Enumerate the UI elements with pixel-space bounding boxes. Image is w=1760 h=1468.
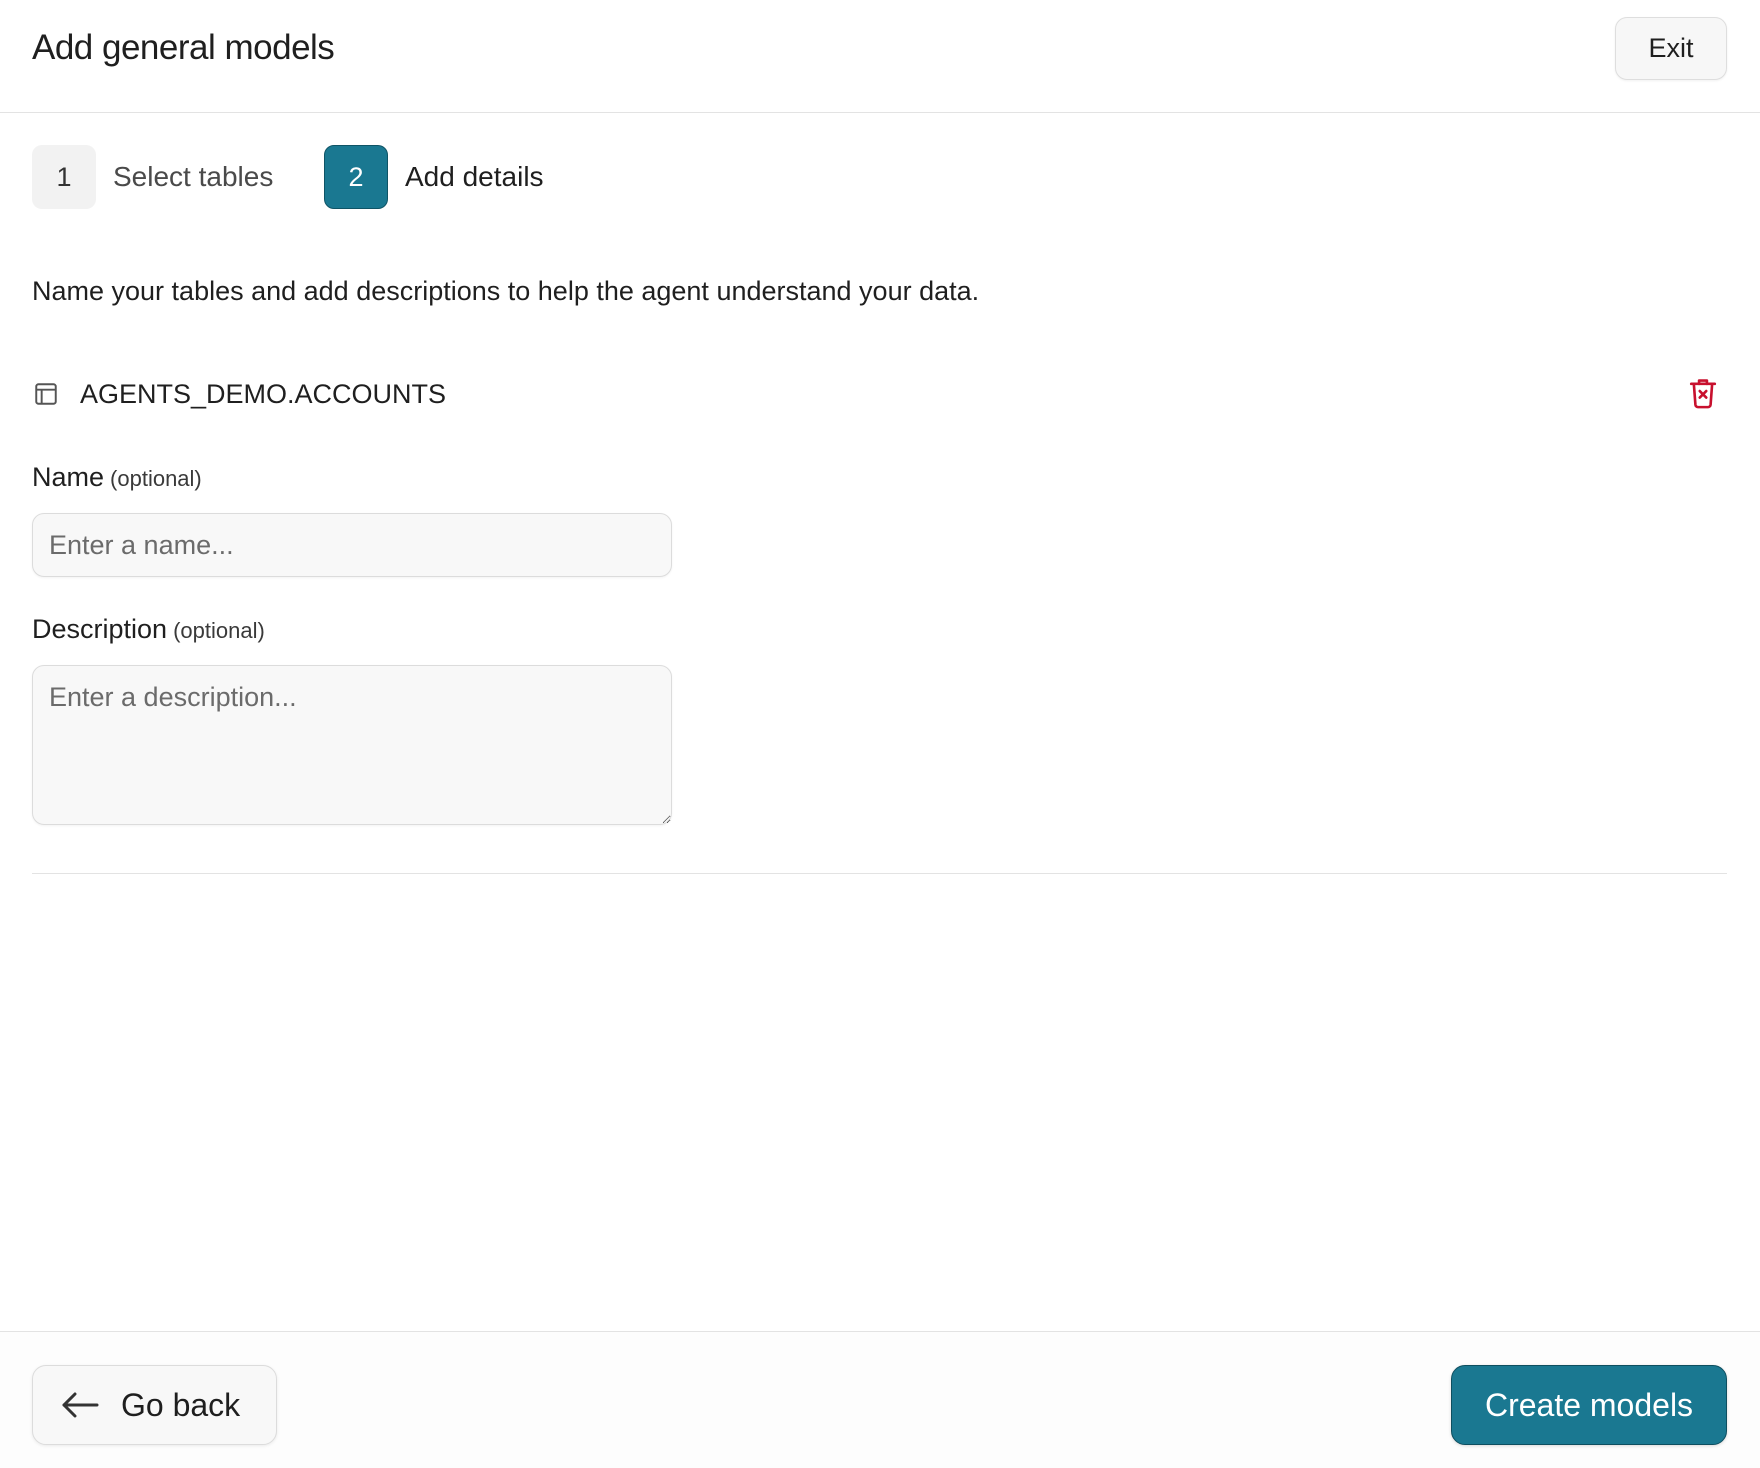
page-title: Add general models [32,28,335,67]
table-icon [32,380,60,408]
add-general-models-page: Add general models Exit 1 Select tables … [0,0,1760,1468]
table-name: AGENTS_DEMO.ACCOUNTS [80,378,447,409]
name-field-label: Name (optional) [32,462,202,493]
step-label: Select tables [113,161,274,192]
footer: Go back Create models [0,1331,1760,1468]
step-number: 2 [324,145,388,209]
trash-icon [1687,376,1719,413]
description-field-label: Description (optional) [32,614,265,645]
description-textarea[interactable] [32,665,672,825]
delete-table-button[interactable] [1679,370,1727,418]
optional-hint: (optional) [110,466,202,491]
name-input[interactable] [32,513,672,577]
name-label-text: Name [32,462,105,492]
intro-text: Name your tables and add descriptions to… [32,276,980,306]
create-models-button[interactable]: Create models [1451,1365,1727,1445]
header: Add general models Exit [0,0,1760,113]
go-back-label: Go back [121,1386,241,1423]
step-select-tables[interactable]: 1 Select tables [32,145,273,209]
go-back-button[interactable]: Go back [32,1365,277,1445]
step-add-details[interactable]: 2 Add details [324,145,544,209]
arrow-left-icon [61,1391,99,1419]
description-label-text: Description [32,614,168,644]
section-divider [32,873,1727,874]
step-label: Add details [405,161,544,192]
table-row: AGENTS_DEMO.ACCOUNTS [32,370,1727,418]
step-number: 1 [32,145,96,209]
exit-button[interactable]: Exit [1615,17,1727,80]
optional-hint: (optional) [173,618,265,643]
